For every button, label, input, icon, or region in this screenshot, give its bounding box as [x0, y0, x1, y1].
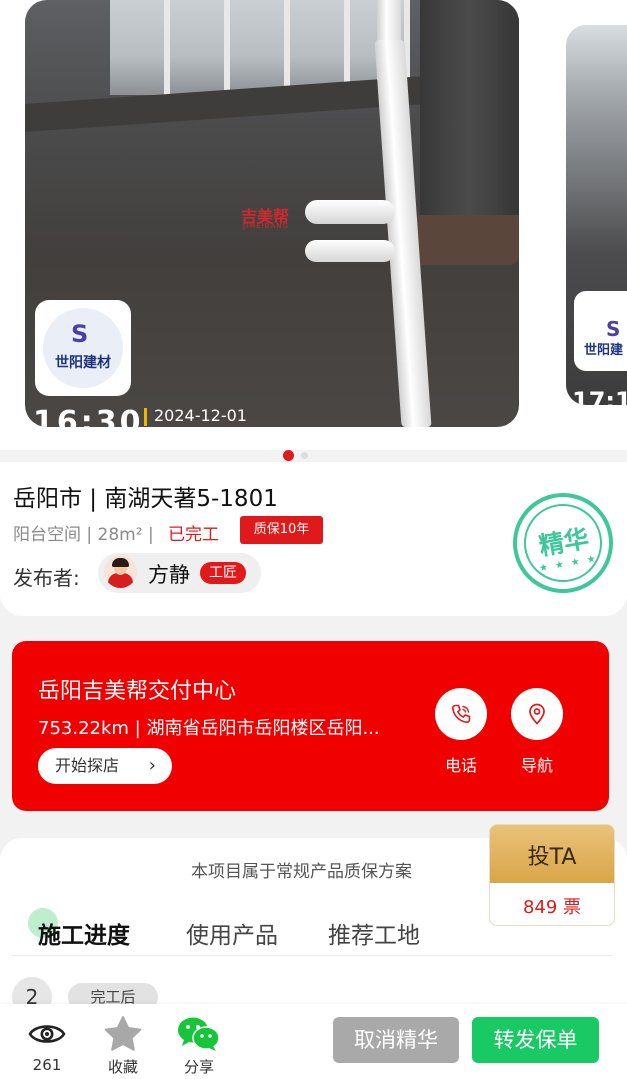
photo-time: 17:1: [572, 387, 627, 405]
pillar-base: [405, 215, 519, 265]
warranty-badge: 质保10年: [240, 516, 323, 544]
tab-recommended-sites[interactable]: 推荐工地: [328, 916, 420, 950]
tab-products-used[interactable]: 使用产品: [186, 916, 278, 950]
vote-button[interactable]: 投TA 849 票: [489, 824, 615, 926]
brand-watermark-sub: JIMEIBANG: [243, 222, 289, 230]
share-label: 分享: [183, 1058, 214, 1076]
explore-label: 开始探店: [55, 756, 120, 775]
avatar[interactable]: [104, 555, 137, 588]
vote-count: 849 票: [522, 897, 582, 918]
carousel-dot-active[interactable]: [283, 450, 294, 461]
publisher-name[interactable]: 方静: [148, 559, 190, 589]
pillar: [420, 0, 519, 245]
call-label[interactable]: 电话: [431, 752, 491, 776]
pipe: [305, 200, 395, 224]
favorite-label: 收藏: [107, 1058, 138, 1076]
location-pin-icon: [529, 703, 545, 725]
status-text: 已完工: [168, 525, 219, 545]
publisher-label: 发布者:: [13, 566, 80, 590]
logo-mark: S: [71, 320, 89, 348]
photo-time: 16:30: [33, 405, 144, 427]
call-button[interactable]: [435, 688, 487, 740]
project-title: 岳阳市 | 南湖天著5-1801: [13, 486, 278, 512]
company-logo: S 世阳建材: [35, 300, 131, 396]
carousel-slide-current[interactable]: 吉美帮 JIMEIBANG S 世阳建材 16:30 2024-12-01: [25, 0, 519, 427]
role-badge: 工匠: [200, 562, 246, 584]
favorite-item[interactable]: 收藏: [93, 1016, 153, 1077]
photo-date: 2024-12-01: [154, 406, 247, 425]
phone-icon: [452, 704, 471, 723]
star-icon: [104, 1016, 142, 1051]
chevron-right-icon: ›: [148, 755, 156, 776]
share-item[interactable]: 分享: [169, 1016, 229, 1077]
carousel-dot[interactable]: [301, 452, 308, 459]
tab-construction-progress[interactable]: 施工进度: [38, 916, 130, 950]
pipe: [305, 240, 395, 262]
store-name: 岳阳吉美帮交付中心: [38, 679, 237, 704]
views-item[interactable]: 261: [17, 1016, 77, 1074]
photo-carousel[interactable]: 吉美帮 JIMEIBANG S 世阳建材 16:30 2024-12-01 S …: [0, 0, 627, 450]
logo-text: 世阳建: [584, 343, 624, 358]
navigate-button[interactable]: [511, 688, 563, 740]
explore-store-button[interactable]: 开始探店 ›: [38, 748, 172, 784]
tab-divider: [12, 955, 612, 956]
store-address: 753.22km | 湖南省岳阳市岳阳楼区岳阳...: [38, 718, 380, 739]
carousel-slide-next[interactable]: S 世阳建 17:1: [566, 25, 627, 405]
logo-mark: S: [606, 317, 621, 341]
eye-icon: [28, 1025, 66, 1043]
vote-label: 投TA: [527, 845, 577, 870]
navigate-label[interactable]: 导航: [507, 752, 567, 776]
time-separator: [144, 408, 147, 426]
project-meta: 阳台空间 | 28m² |: [13, 525, 154, 545]
cancel-featured-button[interactable]: 取消精华: [333, 1017, 459, 1063]
forward-warranty-button[interactable]: 转发保单: [472, 1017, 599, 1063]
views-count: 261: [32, 1056, 62, 1074]
warranty-note: 本项目属于常规产品质保方案: [191, 862, 412, 882]
logo-text: 世阳建材: [55, 355, 111, 371]
wechat-icon: [178, 1017, 220, 1051]
